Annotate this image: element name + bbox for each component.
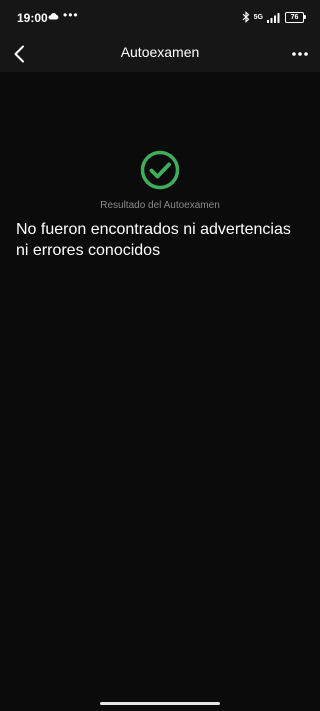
cloud-icon bbox=[48, 13, 59, 20]
status-time: 19:00 bbox=[17, 11, 48, 25]
notification-dots: ••• bbox=[63, 8, 79, 22]
more-options-button[interactable] bbox=[286, 40, 314, 68]
page-title: Autoexamen bbox=[120, 44, 200, 60]
more-options-icon bbox=[292, 52, 308, 56]
status-bar: 19:00 ••• 5G 76 bbox=[0, 0, 320, 36]
screen: 19:00 ••• 5G 76 Autoexamen Resultado del… bbox=[0, 0, 320, 711]
signal-icon bbox=[267, 12, 280, 23]
bluetooth-icon bbox=[242, 11, 249, 23]
network-type: 5G bbox=[253, 13, 263, 21]
battery-icon: 76 bbox=[285, 11, 306, 23]
battery-level: 76 bbox=[290, 13, 299, 21]
check-circle-icon bbox=[140, 150, 180, 190]
app-bar: Autoexamen bbox=[0, 36, 320, 72]
status-icons: 5G 76 bbox=[242, 9, 306, 25]
result-label: Resultado del Autoexamen bbox=[100, 200, 220, 211]
home-indicator[interactable] bbox=[100, 702, 220, 705]
result-message: No fueron encontrados ni advertencias ni… bbox=[16, 221, 291, 259]
